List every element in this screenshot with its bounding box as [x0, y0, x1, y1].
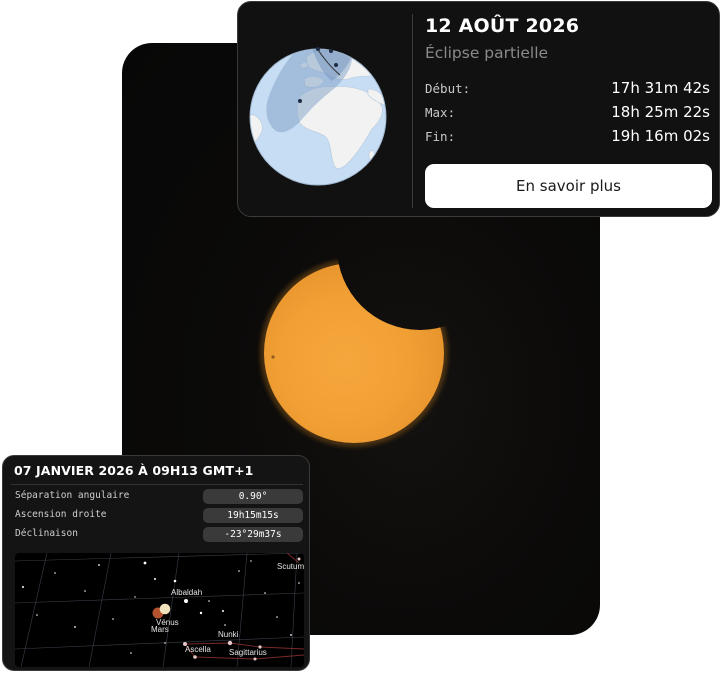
conjunction-title: 07 JANVIER 2026 À 09H13 GMT+1	[14, 463, 254, 478]
learn-more-button[interactable]: En savoir plus	[425, 164, 712, 208]
sky-label-ascella: Ascella	[185, 645, 211, 654]
sky-label-albaldah: Albaldah	[171, 588, 203, 597]
eclipse-type: Éclipse partielle	[425, 44, 549, 62]
sun	[260, 259, 448, 447]
conjunction-divider	[11, 484, 303, 485]
conj-value: 19h15m15s	[203, 508, 303, 523]
time-value: 17h 31m 42s	[611, 79, 710, 97]
sky-label-mars: Mars	[151, 625, 169, 634]
conj-label: Ascension droite	[15, 509, 107, 520]
conj-row-declination: Déclinaison -23°29m37s	[15, 527, 303, 543]
time-row-end: Fin: 19h 16m 02s	[425, 127, 710, 147]
conj-row-separation: Séparation angulaire 0.90°	[15, 489, 303, 505]
sky-label-nunki: Nunki	[218, 630, 239, 639]
sky-label-sagittarius: Sagittarius	[229, 648, 267, 657]
time-row-max: Max: 18h 25m 22s	[425, 103, 710, 123]
time-label: Fin:	[425, 129, 456, 144]
time-label: Max:	[425, 105, 456, 120]
time-row-start: Début: 17h 31m 42s	[425, 79, 710, 99]
conj-label: Séparation angulaire	[15, 490, 130, 501]
eclipse-card: 12 AOÛT 2026 Éclipse partielle Début: 17…	[237, 1, 720, 217]
sky-label-scutum: Scutum	[277, 562, 304, 571]
eclipse-date: 12 AOÛT 2026	[425, 15, 580, 37]
conj-row-right-ascension: Ascension droite 19h15m15s	[15, 508, 303, 524]
card-divider	[412, 14, 413, 208]
time-value: 18h 25m 22s	[611, 103, 710, 121]
page: 12 AOÛT 2026 Éclipse partielle Début: 17…	[0, 0, 722, 680]
time-value: 19h 16m 02s	[611, 127, 710, 145]
venus-icon	[159, 603, 171, 615]
conj-value: -23°29m37s	[203, 527, 303, 542]
sky-map[interactable]: Scutum Albaldah Vénus Mars Nunki Ascella…	[15, 553, 304, 667]
time-label: Début:	[425, 81, 471, 96]
conj-value: 0.90°	[203, 489, 303, 504]
conj-label: Déclinaison	[15, 528, 78, 539]
conjunction-card: 07 JANVIER 2026 À 09H13 GMT+1 Séparation…	[2, 455, 310, 671]
globe-map-icon	[248, 35, 388, 187]
